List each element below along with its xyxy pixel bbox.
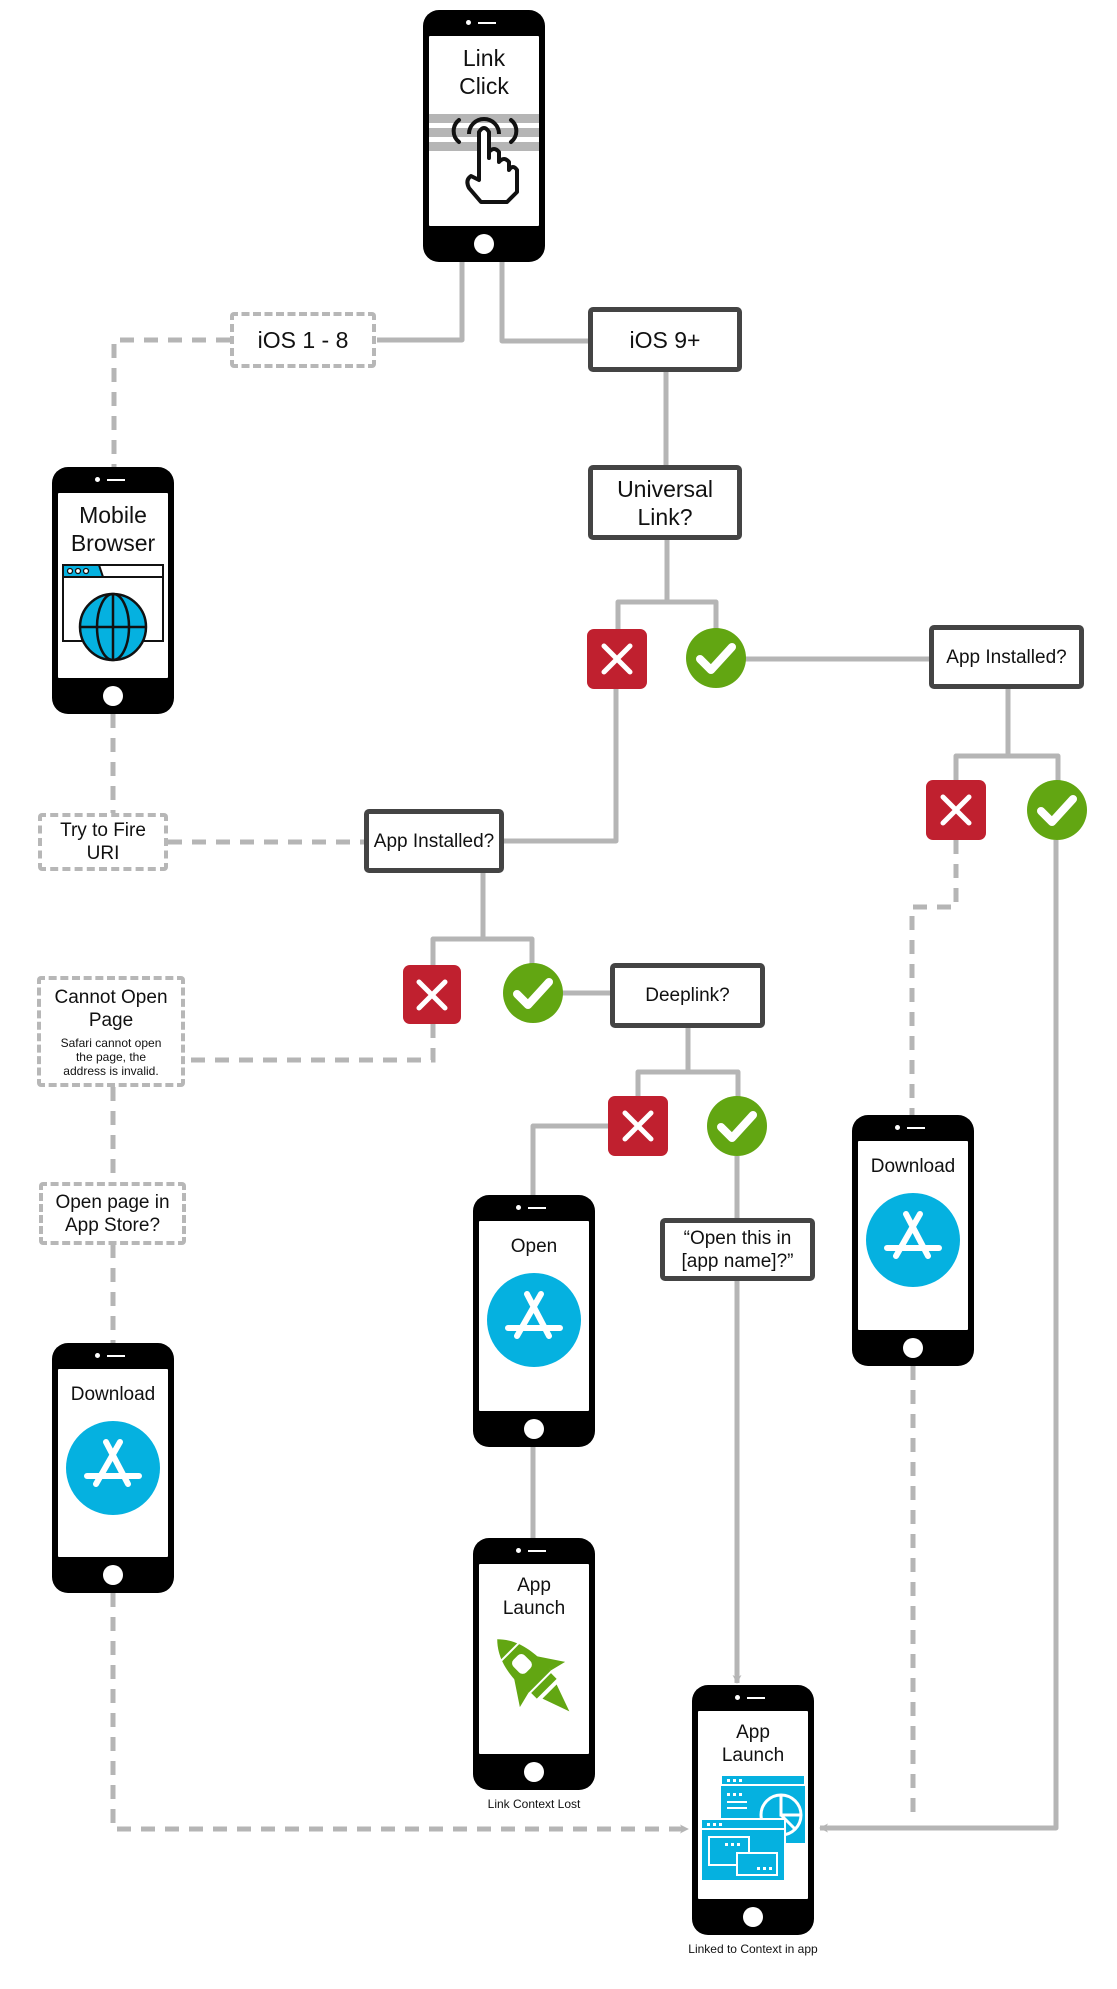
wire-download-left-final [110,1593,689,1834]
app-installed-mid-yes-badge [503,963,563,1023]
phone-link-click: Link Click [423,10,545,262]
phone-title: App Launch [502,1575,566,1619]
ios-9-box: iOS 9+ [588,307,742,372]
phone-screen: Download [58,1369,168,1557]
cannot-open-title: Cannot Open Page [54,986,168,1031]
x-icon [416,979,448,1010]
wire-universal-no-appinstalled [501,688,619,844]
phone-title: Link Click [459,45,509,99]
phone-screen: App Launch [698,1711,808,1899]
phone-app-launch-context: App Launch [692,1685,814,1935]
cannot-open-detail: Safari cannot open the page, the address… [60,1035,162,1078]
app-installed-right-no-badge [926,780,986,840]
open-in-app-store-label: Open page in App Store? [55,1191,170,1236]
speaker-icon [95,1353,131,1359]
wire-right-no-download [909,840,959,1115]
home-button [474,234,494,254]
rocket-icon [497,1639,570,1712]
checkmark-icon [717,1111,757,1142]
phone-download-right: Download [852,1115,974,1366]
wire-deeplink-no-open [530,1123,610,1197]
x-icon [601,643,633,675]
universal-link-no-badge [587,629,647,689]
wire-linkclick-ios18 [377,260,465,343]
phone-screen: Open [479,1221,589,1411]
phone-download-left: Download [52,1343,174,1593]
deeplink-no-badge [608,1096,668,1156]
phone-screen: App Launch [479,1564,589,1754]
phone-open: Open [473,1195,595,1447]
home-button [524,1762,544,1782]
ios-1-8-box: iOS 1 - 8 [230,312,376,368]
phone-mobile-browser: Mobile Browser [52,467,174,714]
home-button [743,1907,763,1927]
app-installed-mid-no-badge [403,965,461,1024]
x-icon [622,1110,654,1142]
universal-link-label: Universal Link? [617,475,713,530]
phone-title: Open [510,1236,558,1257]
deeplink-box: Deeplink? [610,963,765,1028]
phone-title: Download [70,1384,156,1405]
phone-title: Download [870,1156,956,1177]
cannot-open-page-box: Cannot Open Page Safari cannot open the … [37,976,185,1087]
wire-universal-split [615,540,719,630]
checkmark-icon [513,978,553,1009]
speaker-icon [735,1695,771,1701]
browser-globe-icon [62,564,164,662]
ios-9-label: iOS 9+ [629,326,701,353]
deeplink-yes-badge [707,1096,767,1156]
open-this-in-app-box: “Open this in [app name]?” [660,1218,815,1281]
tap-finger-icon [429,114,539,204]
wire-linkclick-ios9 [499,260,590,344]
app-installed-right-label: App Installed? [946,646,1067,668]
home-button [103,1565,123,1585]
checkmark-icon [696,643,736,674]
home-button [103,686,123,706]
try-fire-uri-label: Try to Fire URI [60,820,146,864]
app-store-icon [866,1193,960,1287]
link-context-lost-caption: Link Context Lost [487,1797,581,1811]
phone-title: Mobile Browser [70,502,156,556]
wire-appinstalled-mid-split [430,873,535,966]
speaker-icon [466,20,502,26]
phone-screen: Mobile Browser [58,493,168,678]
speaker-icon [516,1205,552,1211]
phone-app-launch-lost: App Launch [473,1538,595,1790]
app-installed-right-box: App Installed? [929,625,1084,689]
home-button [524,1419,544,1439]
ios-1-8-label: iOS 1 - 8 [257,327,349,353]
x-icon [940,794,972,826]
app-windows-icon [701,1775,805,1881]
phone-title: App Launch [721,1722,785,1766]
app-store-icon [487,1273,581,1367]
universal-link-yes-badge [686,628,746,688]
try-fire-uri-box: Try to Fire URI [38,813,168,871]
app-installed-mid-label: App Installed? [373,830,495,852]
open-this-in-app-label: “Open this in [app name]?” [681,1227,794,1272]
speaker-icon [516,1548,552,1554]
app-installed-right-yes-badge [1027,780,1087,840]
phone-screen: Download [858,1141,968,1330]
checkmark-icon [1037,795,1077,826]
phone-screen: Link Click [429,36,539,226]
app-installed-mid-box: App Installed? [364,809,504,873]
wire-appinstalled-right-split [953,688,1061,782]
linked-to-context-caption: Linked to Context in app [688,1942,818,1956]
speaker-icon [895,1125,931,1131]
open-in-app-store-box: Open page in App Store? [39,1182,186,1245]
wire-mid-no-cannotopen [185,1024,436,1063]
universal-link-box: Universal Link? [588,465,742,540]
home-button [903,1338,923,1358]
wire-deeplink-split [635,1028,741,1098]
speaker-icon [95,477,131,483]
app-store-icon [66,1421,160,1515]
deeplink-label: Deeplink? [645,985,730,1006]
wire-ios18-browser [111,337,230,468]
